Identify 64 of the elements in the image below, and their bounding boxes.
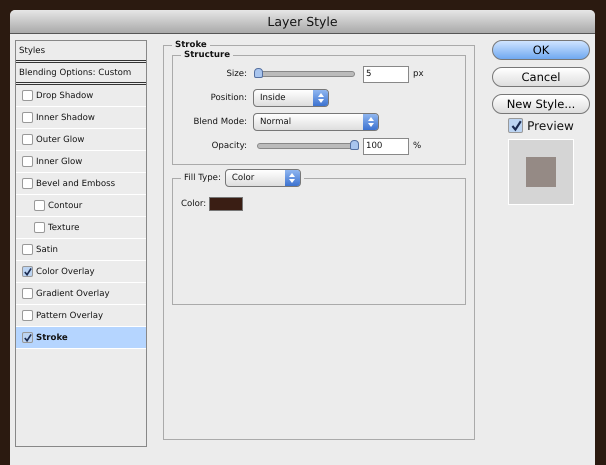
effect-label: Inner Shadow <box>36 112 95 122</box>
checkbox[interactable] <box>22 112 33 123</box>
checkbox[interactable] <box>22 90 33 101</box>
field-label: Color: <box>181 199 206 209</box>
size-slider[interactable] <box>257 71 355 77</box>
sidebar-item[interactable]: Satin <box>16 239 146 261</box>
group-title: Stroke <box>174 40 208 50</box>
sidebar-item[interactable]: Outer Glow <box>16 129 146 151</box>
stepper-arrows-icon <box>313 90 328 106</box>
blend-mode-dropdown[interactable]: Normal <box>253 113 379 131</box>
effect-label: Outer Glow <box>36 134 84 144</box>
field-label: Fill Type: <box>184 173 221 183</box>
dialog-button[interactable]: Cancel <box>492 67 590 87</box>
effect-label: Texture <box>48 222 80 232</box>
checkbox[interactable] <box>22 288 33 299</box>
sidebar-item[interactable]: Stroke <box>16 327 146 349</box>
preview-thumbnail <box>508 139 574 205</box>
sidebar-item[interactable]: Bevel and Emboss <box>16 173 146 195</box>
checkbox[interactable] <box>22 178 33 189</box>
window-title: Layer Style <box>267 14 338 29</box>
checkbox[interactable] <box>22 134 33 145</box>
checkbox[interactable] <box>22 310 33 321</box>
sidebar-item[interactable]: Drop Shadow <box>16 85 146 107</box>
effect-label: Gradient Overlay <box>36 288 110 298</box>
unit-label: px <box>413 69 424 79</box>
preview-label: Preview <box>527 118 574 132</box>
effect-label: Satin <box>36 244 58 254</box>
color-swatch[interactable] <box>209 197 244 211</box>
sidebar-item[interactable]: Gradient Overlay <box>16 283 146 305</box>
effect-label: Drop Shadow <box>36 90 94 100</box>
dialog-button[interactable]: OK <box>492 40 590 60</box>
unit-label: % <box>413 141 422 151</box>
checkbox[interactable] <box>22 244 33 255</box>
opacity-input[interactable]: 100 <box>363 138 409 154</box>
effect-label: Color Overlay <box>36 266 95 276</box>
sidebar-item[interactable]: Inner Shadow <box>16 107 146 129</box>
effect-label: Contour <box>48 200 82 210</box>
size-input[interactable]: 5 <box>363 66 409 82</box>
field-label: Blend Mode: <box>192 117 247 127</box>
checkbox[interactable] <box>34 222 45 233</box>
field-label: Size: <box>225 69 247 79</box>
effect-label: Inner Glow <box>36 156 82 166</box>
preview-checkbox[interactable] <box>508 118 524 133</box>
sidebar-item[interactable]: Inner Glow <box>16 151 146 173</box>
field-label: Opacity: <box>210 141 247 151</box>
sidebar-item[interactable]: Texture <box>16 217 146 239</box>
checkbox[interactable] <box>22 156 33 167</box>
checkbox[interactable] <box>34 200 45 211</box>
sidebar-item[interactable]: Color Overlay <box>16 261 146 283</box>
checkbox[interactable] <box>22 266 33 277</box>
dialog-button[interactable]: New Style... <box>492 94 590 114</box>
effect-label: Stroke <box>36 332 68 342</box>
sidebar-item[interactable]: Blending Options: Custom <box>16 63 146 85</box>
sidebar-item[interactable]: Contour <box>16 195 146 217</box>
sidebar-item[interactable]: Styles <box>16 41 146 63</box>
effect-label: Bevel and Emboss <box>36 178 116 188</box>
stepper-arrows-icon <box>363 114 378 130</box>
stepper-arrows-icon <box>284 170 300 186</box>
effect-label: Pattern Overlay <box>36 310 104 320</box>
position-dropdown[interactable]: Inside <box>253 89 329 107</box>
checkbox[interactable] <box>22 332 33 343</box>
fill-type-dropdown[interactable]: Color <box>224 169 301 187</box>
field-label: Position: <box>210 93 247 103</box>
group-title: Structure <box>183 50 232 60</box>
